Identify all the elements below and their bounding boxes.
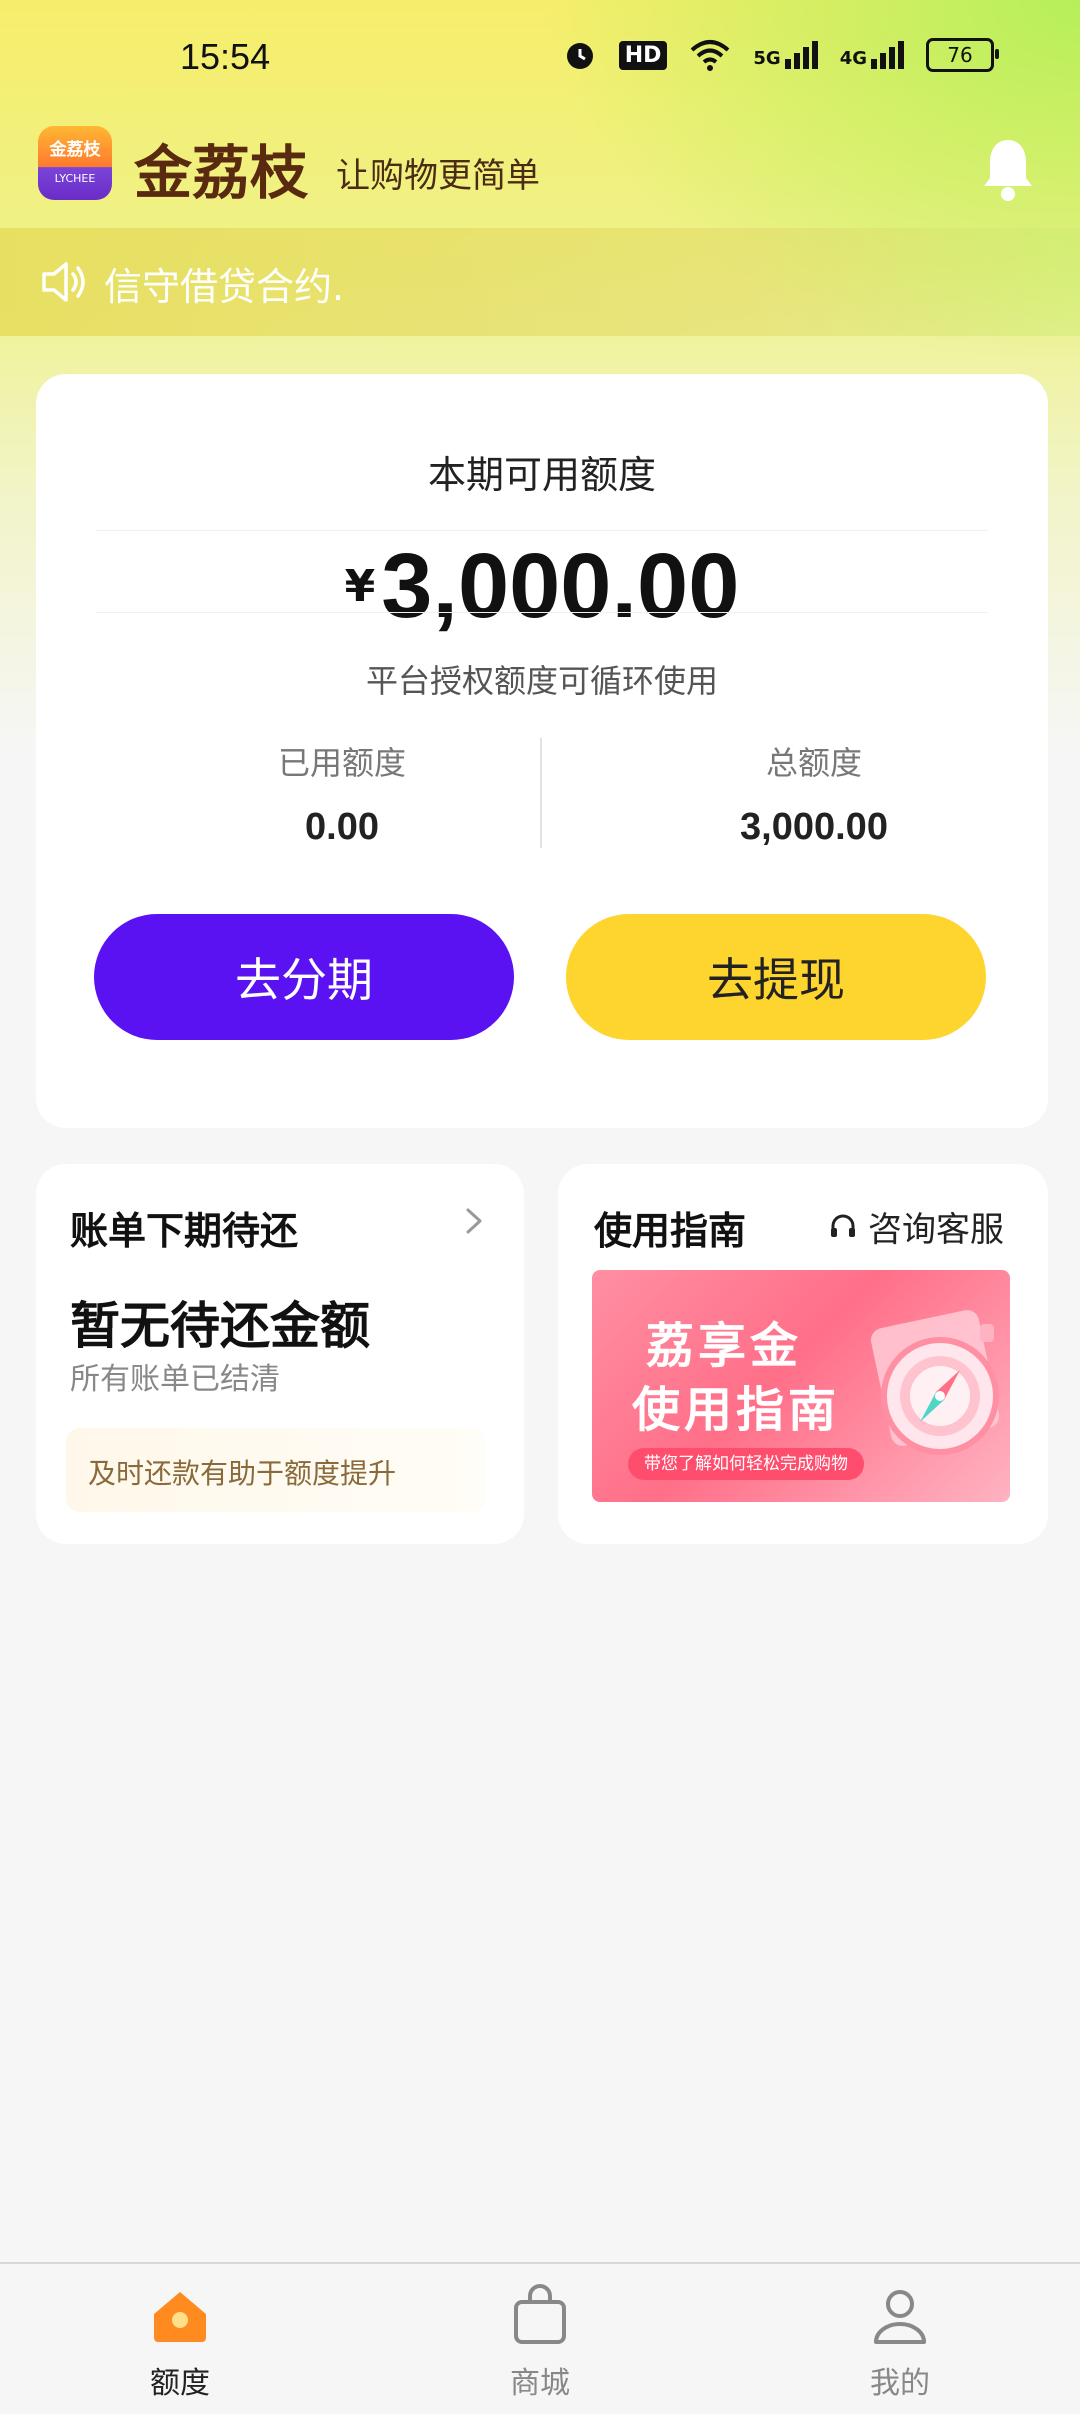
bill-tip-text: 及时还款有助于额度提升 [88, 1457, 397, 1490]
tab-mall[interactable]: 商城 [440, 2284, 640, 2402]
quota-subtitle: 平台授权额度可循环使用 [365, 662, 718, 700]
bill-title: 账单下期待还 [70, 1209, 299, 1253]
wifi-icon [691, 40, 730, 71]
alarm-icon [566, 43, 593, 69]
bill-card[interactable]: 账单下期待还 暂无待还金额 所有账单已结清 及时还款有助于额度提升 [36, 1164, 524, 1544]
notice-text: 信守借贷合约. [104, 265, 345, 309]
battery-icon: 76 [926, 38, 999, 72]
battery-level: 76 [947, 43, 973, 67]
customer-service-label: 咨询客服 [868, 1210, 1004, 1250]
home-icon [154, 2292, 206, 2342]
installment-button[interactable]: 去分期 [94, 914, 514, 1040]
status-icons: HD 5G 4G 76 [563, 38, 999, 72]
bill-substatus: 所有账单已结清 [70, 1362, 280, 1397]
banner-title-2: 使用指南 [632, 1382, 841, 1438]
network-type-1: 5G [753, 48, 781, 69]
vertical-divider [540, 738, 542, 848]
signal-icon: 5G [753, 41, 818, 69]
banner-title-1: 荔享金 [646, 1318, 803, 1374]
guide-title: 使用指南 [594, 1209, 747, 1253]
available-amount: ¥3,000.00 [36, 534, 1048, 639]
customer-service-link[interactable]: 咨询客服 [828, 1202, 1004, 1251]
chevron-right-icon[interactable] [462, 1206, 486, 1236]
headset-icon [831, 1214, 855, 1237]
tab-mine-label: 我的 [870, 2366, 930, 2401]
total-quota-label: 总额度 [765, 744, 862, 782]
used-quota-label: 已用额度 [277, 744, 406, 782]
banner-pill: 带您了解如何轻松完成购物 [628, 1448, 864, 1480]
quota-card: 本期可用额度 ¥3,000.00 平台授权额度可循环使用 已用额度 0.00 总… [36, 374, 1048, 1128]
guide-card: 使用指南 咨询客服 荔享金 使用指南 带您了解如何轻松完成购物 [558, 1164, 1048, 1544]
guide-banner[interactable]: 荔享金 使用指南 带您了解如何轻松完成购物 [592, 1270, 1010, 1502]
bell-icon[interactable] [980, 136, 1036, 202]
brand-name: 金荔枝 [134, 139, 309, 207]
divider [96, 612, 988, 613]
bottom-tab-bar: 额度 商城 我的 [0, 2262, 1080, 2414]
quota-title: 本期可用额度 [427, 453, 656, 497]
tab-quota[interactable]: 额度 [80, 2284, 280, 2402]
status-time: 15:54 [180, 36, 271, 77]
total-quota-value: 3,000.00 [740, 806, 888, 848]
total-quota: 总额度 3,000.00 [664, 738, 964, 849]
tab-mall-label: 商城 [510, 2366, 570, 2401]
amount-value: 3,000.00 [381, 535, 740, 637]
used-quota-value: 0.00 [305, 806, 379, 848]
bill-status: 暂无待还金额 [70, 1297, 370, 1355]
user-icon [874, 2290, 926, 2344]
notice-bar: 信守借贷合约. [0, 228, 1080, 336]
compass-icon [870, 1310, 1000, 1455]
used-quota: 已用额度 0.00 [192, 738, 492, 849]
currency-symbol: ¥ [344, 561, 376, 612]
divider [96, 530, 988, 531]
bill-tip: 及时还款有助于额度提升 [66, 1428, 486, 1512]
withdraw-button[interactable]: 去提现 [566, 914, 986, 1040]
shopping-bag-icon [514, 2284, 566, 2344]
logo-subtext: LYCHEE [54, 172, 96, 185]
logo-text: 金荔枝 [49, 140, 101, 160]
speaker-icon [42, 262, 85, 302]
tab-quota-label: 额度 [150, 2366, 210, 2401]
app-logo: 金荔枝 LYCHEE [38, 126, 112, 200]
network-type-2: 4G [839, 48, 867, 69]
signal-icon-2: 4G [840, 41, 904, 69]
status-bar: 15:54 HD 5G 4G 76 [0, 0, 1080, 120]
tab-mine[interactable]: 我的 [800, 2284, 1000, 2402]
hd-icon: HD [618, 40, 668, 70]
slogan: 让购物更简单 [336, 156, 540, 196]
